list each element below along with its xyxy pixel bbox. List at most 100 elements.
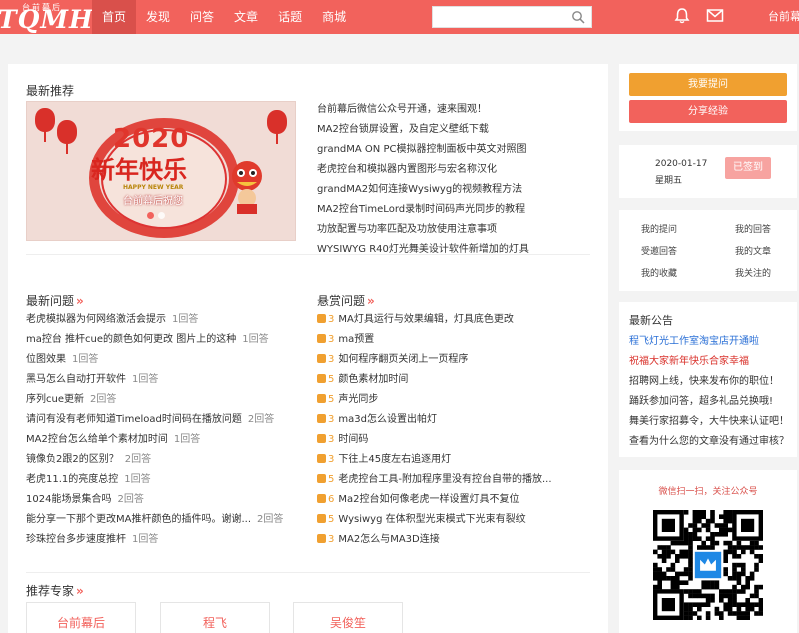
- bounty-question-item[interactable]: 3 时间码: [317, 430, 597, 450]
- headline-link[interactable]: MA2控台锁屏设置，及自定义壁纸下载: [317, 120, 597, 140]
- bounty-question-item[interactable]: 3 MA灯具运行与效果编辑，灯具底色更改: [317, 310, 597, 330]
- bounty-question-item[interactable]: 3 MA2怎么与MA3D连接: [317, 530, 597, 550]
- question-item[interactable]: MA2控台怎么给单个素材加时间 1回答: [26, 430, 306, 450]
- notice-item[interactable]: 祝福大家新年快乐合家幸福: [629, 352, 749, 367]
- question-title[interactable]: MA2控台怎么给单个素材加时间: [26, 434, 168, 445]
- question-title[interactable]: 声光同步: [338, 394, 378, 405]
- question-item[interactable]: 黑马怎么自动打开软件 1回答: [26, 370, 306, 390]
- nav-item[interactable]: 发现: [136, 0, 180, 34]
- carousel-dot[interactable]: [147, 212, 154, 219]
- notice-item[interactable]: 踊跃参加问答，超多礼品兑换哦!: [629, 392, 773, 407]
- site-logo[interactable]: 台前幕后 TQMH: [0, 0, 92, 34]
- nav-item[interactable]: 话题: [268, 0, 312, 34]
- ask-question-button[interactable]: 我要提问: [629, 73, 787, 96]
- share-experience-button[interactable]: 分享经验: [629, 100, 787, 123]
- question-item[interactable]: 珍珠控台多步速度推杆 1回答: [26, 530, 306, 550]
- bounty-question-item[interactable]: 5 颜色素材加时间: [317, 370, 597, 390]
- bounty-question-item[interactable]: 5 老虎控台工具-附加程序里没有控台自带的播放...: [317, 470, 597, 490]
- expert-card[interactable]: 台前幕后: [26, 602, 136, 633]
- nav-item[interactable]: 商城: [312, 0, 356, 34]
- question-title[interactable]: ma控台 推杆cue的颜色如何更改 图片上的这种: [26, 334, 236, 345]
- question-item[interactable]: 镜像负2跟2的区别？ 2回答: [26, 450, 306, 470]
- bounty-question-item[interactable]: 3 ma预置: [317, 330, 597, 350]
- bounty-question-item[interactable]: 6 Ma2控台如何像老虎一样设置灯具不复位: [317, 490, 597, 510]
- link-invited-answers[interactable]: 受邀回答: [641, 244, 677, 257]
- nav-item[interactable]: 首页: [92, 0, 137, 34]
- search-input[interactable]: [432, 6, 592, 28]
- question-title[interactable]: 1024能场景集合吗: [26, 494, 111, 505]
- link-my-answers[interactable]: 我的回答: [735, 222, 771, 235]
- qr-module: [727, 518, 733, 524]
- notice-item[interactable]: 舞美行家招募令，大牛快来认证吧！: [629, 412, 789, 427]
- question-item[interactable]: 请问有没有老师知道Timeload时间码在播放问题 2回答: [26, 410, 306, 430]
- headline-link[interactable]: 功放配置与功率匹配及功放使用注意事项: [317, 220, 597, 240]
- bounty-question-item[interactable]: 5 声光同步: [317, 390, 597, 410]
- question-item[interactable]: 老虎11.1的亮度总控 1回答: [26, 470, 306, 490]
- carousel-dot[interactable]: [158, 212, 165, 219]
- more-link[interactable]: »: [76, 294, 84, 308]
- question-item[interactable]: ma控台 推杆cue的颜色如何更改 图片上的这种 1回答: [26, 330, 306, 350]
- qr-module: [719, 598, 724, 603]
- question-title[interactable]: 序列cue更新: [26, 394, 84, 405]
- question-item[interactable]: 序列cue更新 2回答: [26, 390, 306, 410]
- question-title[interactable]: ma预置: [338, 334, 374, 345]
- question-item[interactable]: 老虎模拟器为何网络激活会提示 1回答: [26, 310, 306, 330]
- headline-link[interactable]: grandMA ON PC模拟器控制面板中英文对照图: [317, 140, 597, 160]
- question-title[interactable]: MA2怎么与MA3D连接: [338, 534, 439, 545]
- question-title[interactable]: 镜像负2跟2的区别？: [26, 454, 119, 465]
- question-title[interactable]: 位图效果: [26, 354, 66, 365]
- user-name[interactable]: 台前幕: [768, 0, 799, 34]
- search-icon[interactable]: [571, 10, 585, 24]
- bounty-question-item[interactable]: 3 下往上45度左右追逐用灯: [317, 450, 597, 470]
- more-link[interactable]: »: [367, 294, 375, 308]
- latest-questions-title[interactable]: 最新问题»: [26, 292, 84, 309]
- question-item[interactable]: 位图效果 1回答: [26, 350, 306, 370]
- headline-link[interactable]: WYSIWYG R40灯光舞美设计软件新增加的灯具: [317, 240, 597, 260]
- question-title[interactable]: 下往上45度左右追逐用灯: [338, 454, 451, 465]
- notice-item[interactable]: 招聘网上线，快来发布你的职位！: [629, 372, 779, 387]
- question-item[interactable]: 1024能场景集合吗 2回答: [26, 490, 306, 510]
- question-title[interactable]: 如何程序翻页关闭上一页程序: [338, 354, 468, 365]
- experts-title[interactable]: 推荐专家»: [26, 582, 84, 599]
- question-title[interactable]: 时间码: [338, 434, 368, 445]
- link-my-articles[interactable]: 我的文章: [735, 244, 771, 257]
- question-title[interactable]: 请问有没有老师知道Timeload时间码在播放问题: [26, 414, 242, 425]
- expert-card[interactable]: 程飞: [160, 602, 270, 633]
- headline-link[interactable]: grandMA2如何连接Wysiwyg的视频教程方法: [317, 180, 597, 200]
- bell-icon[interactable]: [673, 7, 691, 25]
- question-title[interactable]: 老虎11.1的亮度总控: [26, 474, 118, 485]
- expert-card[interactable]: 吴俊笙: [293, 602, 403, 633]
- question-title[interactable]: 黑马怎么自动打开软件: [26, 374, 126, 385]
- headline-link[interactable]: MA2控台TimeLord录制时间码声光同步的教程: [317, 200, 597, 220]
- question-title[interactable]: 老虎模拟器为何网络激活会提示: [26, 314, 166, 325]
- qr-module: [723, 514, 728, 519]
- question-title[interactable]: Ma2控台如何像老虎一样设置灯具不复位: [338, 494, 519, 505]
- new-year-banner[interactable]: 2020 新年快乐 HAPPY NEW YEAR 台前幕后祝您: [26, 101, 296, 241]
- notice-item[interactable]: 查看为什么您的文章没有通过审核？: [629, 432, 789, 447]
- link-my-favorites[interactable]: 我的收藏: [641, 266, 677, 279]
- bounty-question-item[interactable]: 5 Wysiwyg 在体积型光束模式下光束有裂纹: [317, 510, 597, 530]
- bounty-amount: 3: [328, 334, 335, 345]
- mail-icon[interactable]: [706, 8, 724, 24]
- qr-module: [710, 598, 715, 603]
- notice-item[interactable]: 程飞灯光工作室淘宝店开通啦: [629, 332, 759, 347]
- link-my-questions[interactable]: 我的提问: [641, 222, 677, 235]
- question-item[interactable]: 能分享一下那个更改MA推杆颜色的插件吗。谢谢... 2回答: [26, 510, 306, 530]
- question-title[interactable]: MA灯具运行与效果编辑，灯具底色更改: [338, 314, 513, 325]
- link-my-follows[interactable]: 我关注的: [735, 266, 771, 279]
- more-link[interactable]: »: [76, 584, 84, 598]
- question-title[interactable]: Wysiwyg 在体积型光束模式下光束有裂纹: [338, 514, 525, 525]
- bounty-question-item[interactable]: 3 ma3d怎么设置出帕灯: [317, 410, 597, 430]
- headline-link[interactable]: 台前幕后微信公众号开通，速来围观！: [317, 100, 597, 120]
- nav-item[interactable]: 文章: [224, 0, 268, 34]
- question-title[interactable]: 颜色素材加时间: [338, 374, 408, 385]
- question-title[interactable]: 能分享一下那个更改MA推杆颜色的插件吗。谢谢...: [26, 514, 251, 525]
- nav-item[interactable]: 问答: [180, 0, 224, 34]
- bounty-question-item[interactable]: 3 如何程序翻页关闭上一页程序: [317, 350, 597, 370]
- bounty-questions-title[interactable]: 悬赏问题»: [317, 292, 375, 309]
- question-title[interactable]: 珍珠控台多步速度推杆: [26, 534, 126, 545]
- headline-link[interactable]: 老虎控台和模拟器内置图形与宏名称汉化: [317, 160, 597, 180]
- sign-in-button[interactable]: 已签到: [725, 157, 771, 179]
- question-title[interactable]: ma3d怎么设置出帕灯: [338, 414, 437, 425]
- question-title[interactable]: 老虎控台工具-附加程序里没有控台自带的播放...: [338, 474, 551, 485]
